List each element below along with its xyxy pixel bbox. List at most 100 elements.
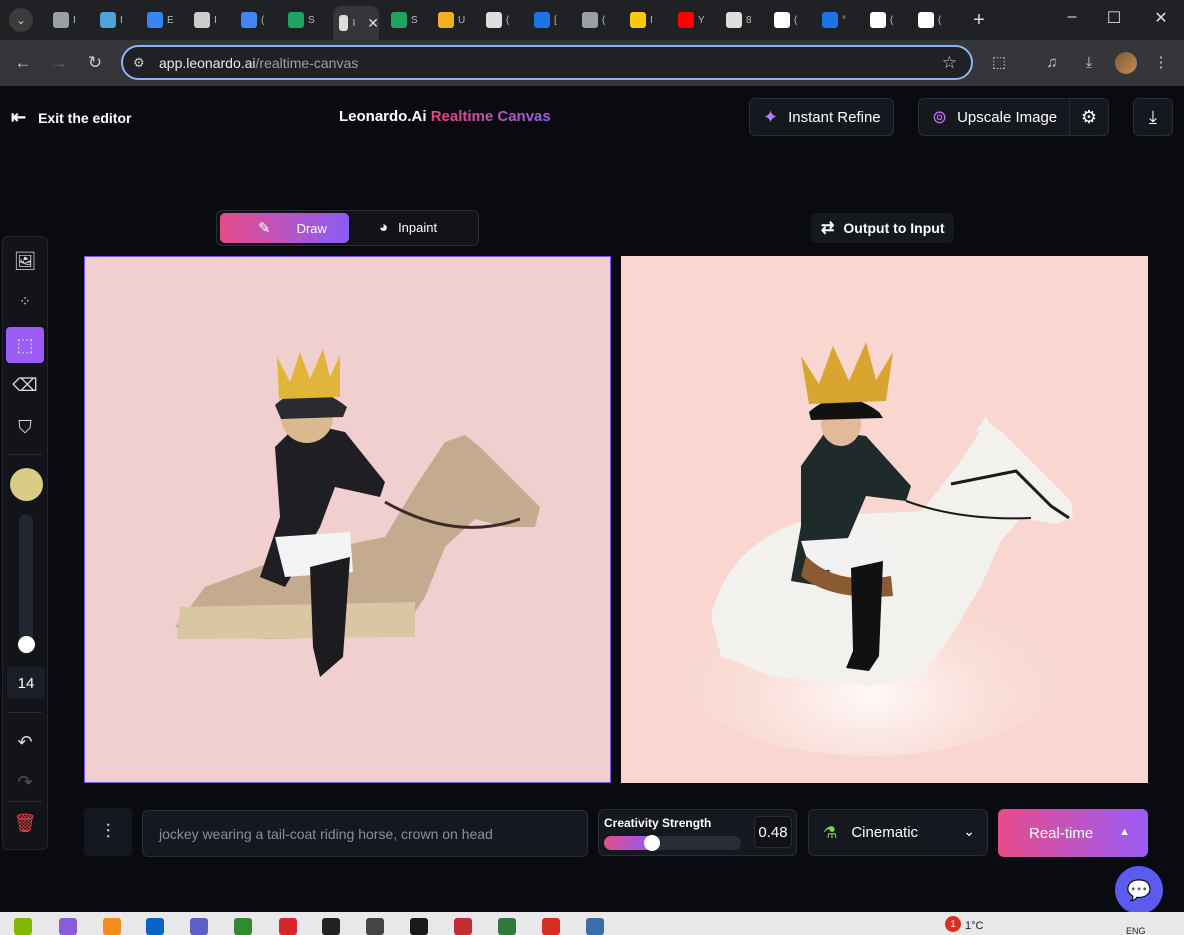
taskbar-app-icon[interactable] bbox=[234, 918, 252, 935]
browser-tab[interactable]: S bbox=[282, 6, 328, 34]
brush-size-knob[interactable] bbox=[18, 636, 35, 653]
site-info-icon[interactable]: ⚙ bbox=[133, 55, 153, 71]
browser-tab[interactable]: I ✕ bbox=[333, 6, 379, 40]
upscale-image-button[interactable]: ⊚ Upscale Image bbox=[918, 98, 1070, 136]
taskbar-app-icon[interactable] bbox=[542, 918, 560, 935]
taskbar-vlc-icon[interactable] bbox=[103, 918, 121, 935]
tab-title: ( bbox=[938, 14, 942, 26]
instant-refine-button[interactable]: ✦ Instant Refine bbox=[749, 98, 894, 136]
browser-tab[interactable]: S bbox=[385, 6, 431, 34]
forward-icon[interactable]: → bbox=[47, 51, 71, 75]
prompt-input[interactable]: jockey wearing a tail-coat riding horse,… bbox=[142, 810, 588, 857]
browser-tab[interactable]: 8 bbox=[720, 6, 766, 34]
close-window-icon[interactable]: ✕ bbox=[1149, 8, 1173, 28]
language-indicator[interactable]: ENG bbox=[1126, 926, 1146, 935]
undo-icon[interactable]: ↶ bbox=[6, 724, 44, 760]
page-icon bbox=[339, 15, 349, 31]
browser-tab[interactable]: ( bbox=[864, 6, 910, 34]
tab-title: 8 bbox=[746, 14, 752, 26]
minimize-icon[interactable]: – bbox=[1060, 8, 1084, 26]
browser-tab[interactable]: I bbox=[47, 6, 93, 34]
taskbar-outlook-icon[interactable] bbox=[146, 918, 164, 935]
browser-tab[interactable]: I bbox=[94, 6, 140, 34]
close-tab-icon[interactable]: ✕ bbox=[367, 15, 379, 32]
brush-size-slider[interactable] bbox=[19, 514, 33, 654]
taskbar-app-icon[interactable] bbox=[454, 918, 472, 935]
style-select[interactable]: ⚗ Cinematic ⌄ bbox=[808, 809, 988, 856]
new-tab-button[interactable]: + bbox=[968, 9, 990, 32]
translate-icon bbox=[241, 12, 257, 28]
tab-title: ( bbox=[890, 14, 894, 26]
generation-settings-button[interactable]: ⫶ bbox=[84, 808, 132, 856]
browser-tab[interactable]: U bbox=[432, 6, 478, 34]
download-icon: ⤓ bbox=[1149, 106, 1157, 127]
browser-tab[interactable]: ° bbox=[816, 6, 862, 34]
creativity-value[interactable]: 0.48 bbox=[754, 816, 792, 848]
caret-up-icon[interactable]: ▲ bbox=[1119, 826, 1130, 838]
drawing-toolbar: 🖼 ⁘ ⬚ ⌫ ⛉ 14 ↶ ↷ 🗑 bbox=[2, 236, 48, 850]
browser-tab[interactable]: ( bbox=[235, 6, 281, 34]
browser-tab[interactable]: ( bbox=[480, 6, 526, 34]
tab-title: [ bbox=[554, 14, 557, 26]
taskbar-terminal-icon[interactable] bbox=[322, 918, 340, 935]
realtime-button[interactable]: Real-time ▲ bbox=[998, 809, 1148, 857]
media-control-icon[interactable]: ♫ bbox=[1040, 51, 1064, 75]
exit-arrow-icon: ⇤ bbox=[11, 107, 27, 127]
grid-select-icon[interactable]: ⁘ bbox=[6, 283, 44, 319]
castle-icon bbox=[486, 12, 502, 28]
eraser-icon[interactable]: ⌫ bbox=[6, 367, 44, 403]
downloads-icon[interactable]: ⤓ bbox=[1077, 51, 1101, 75]
profile-avatar[interactable] bbox=[1115, 52, 1137, 74]
browser-tab[interactable]: I bbox=[188, 6, 234, 34]
taskbar-app-icon[interactable] bbox=[279, 918, 297, 935]
brush-size-value[interactable]: 14 bbox=[7, 667, 45, 699]
browser-tab[interactable]: [ bbox=[528, 6, 574, 34]
taskbar-teams-icon[interactable] bbox=[190, 918, 208, 935]
back-icon[interactable]: ← bbox=[11, 51, 35, 75]
tab-title: S bbox=[308, 14, 315, 26]
exit-editor-button[interactable]: ⇤ Exit the editor bbox=[11, 107, 131, 128]
taskbar-app-icon[interactable] bbox=[366, 918, 384, 935]
extensions-icon[interactable]: ⬚ bbox=[987, 51, 1011, 75]
taskbar-pycharm-icon[interactable] bbox=[410, 918, 428, 935]
browser-tab[interactable]: Y bbox=[672, 6, 718, 34]
google-icon bbox=[870, 12, 886, 28]
address-bar[interactable]: ⚙ app.leonardo.ai/realtime-canvas ☆ bbox=[121, 45, 973, 80]
taskbar-vs-icon[interactable] bbox=[59, 918, 77, 935]
upscale-label: Upscale Image bbox=[957, 108, 1058, 126]
reload-icon[interactable]: ↻ bbox=[83, 51, 107, 75]
browser-menu-icon[interactable]: ⋮ bbox=[1149, 51, 1173, 75]
inpaint-mode-tab[interactable]: ◕ Inpaint bbox=[379, 219, 437, 236]
notification-badge: 1 bbox=[945, 916, 961, 932]
add-image-icon[interactable]: 🖼 bbox=[6, 243, 44, 279]
browser-tab[interactable]: E bbox=[141, 6, 187, 34]
browser-tab[interactable]: ( bbox=[576, 6, 622, 34]
draw-mode-tab[interactable]: ✎ Draw bbox=[220, 213, 349, 243]
creativity-slider[interactable] bbox=[604, 836, 741, 850]
input-canvas[interactable] bbox=[84, 256, 611, 783]
tab-title: ( bbox=[602, 14, 606, 26]
browser-tab[interactable]: ( bbox=[768, 6, 814, 34]
brush-color-swatch[interactable] bbox=[10, 468, 43, 501]
chat-support-button[interactable]: 💬 bbox=[1115, 866, 1163, 914]
paint-bucket-icon[interactable]: ⛉ bbox=[6, 409, 44, 445]
browser-tab[interactable]: I bbox=[624, 6, 670, 34]
select-tool-icon[interactable]: ⬚ bbox=[6, 327, 44, 363]
trash-icon[interactable]: 🗑 bbox=[6, 805, 44, 841]
output-to-input-button[interactable]: ⇄ Output to Input bbox=[811, 213, 955, 243]
upscale-settings-button[interactable]: ⚙ bbox=[1069, 98, 1109, 136]
brand-accent: Realtime Canvas bbox=[430, 108, 551, 125]
taskbar-app-icon[interactable] bbox=[498, 918, 516, 935]
browser-tab[interactable]: ( bbox=[912, 6, 958, 34]
redo-icon[interactable]: ↷ bbox=[6, 764, 44, 800]
bookmark-star-icon[interactable]: ☆ bbox=[942, 53, 957, 73]
weather-temperature[interactable]: 1°C bbox=[965, 920, 983, 932]
taskbar-app-icon[interactable] bbox=[14, 918, 32, 935]
taskbar-app-icon[interactable] bbox=[586, 918, 604, 935]
orbit-icon: ⊚ bbox=[932, 106, 948, 127]
tab-search-button[interactable]: ⌄ bbox=[9, 8, 33, 32]
maximize-icon[interactable]: ☐ bbox=[1102, 8, 1126, 28]
tab-title: ( bbox=[506, 14, 510, 26]
puzzle-icon bbox=[147, 12, 163, 28]
download-button[interactable]: ⤓ bbox=[1133, 98, 1173, 136]
